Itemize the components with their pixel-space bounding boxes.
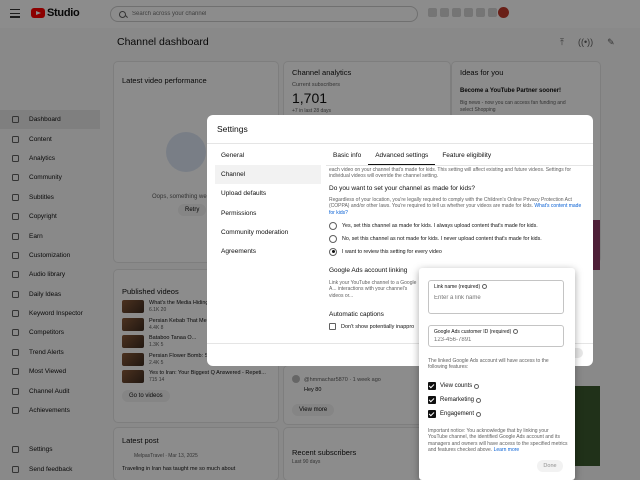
radio-button[interactable] <box>329 221 337 230</box>
customer-id-field[interactable]: Google Ads customer ID (required) <box>428 325 564 347</box>
made-for-kids-options: Yes, set this channel as made for kids. … <box>329 219 587 258</box>
settings-nav-item[interactable]: Channel <box>215 165 321 185</box>
help-icon[interactable] <box>482 284 488 290</box>
important-notice: Important notice: You acknowledge that b… <box>428 428 568 454</box>
made-for-kids-option[interactable]: No, set this channel as not made for kid… <box>329 232 587 245</box>
feature-label: Remarketing <box>440 397 475 403</box>
made-for-kids-intro: each video on your channel that's made f… <box>329 167 572 180</box>
help-icon[interactable] <box>476 411 482 417</box>
dialog-title: Settings <box>217 124 248 134</box>
feature-label: Engagement <box>440 411 475 417</box>
help-icon[interactable] <box>476 397 482 403</box>
done-button[interactable]: Done <box>537 460 563 472</box>
feature-option[interactable]: View counts <box>428 382 480 390</box>
settings-nav-item[interactable]: Upload defaults <box>215 184 321 203</box>
ads-link-popover: Link name (required) Google Ads customer… <box>419 268 575 480</box>
settings-nav-item[interactable]: Permissions <box>215 204 321 223</box>
made-for-kids-option[interactable]: I want to review this setting for every … <box>329 245 587 258</box>
access-text: The linked Google Ads account will have … <box>428 358 549 371</box>
option-label: Yes, set this channel as made for kids. … <box>342 222 538 229</box>
option-label: I want to review this setting for every … <box>342 248 442 255</box>
settings-tab[interactable]: Advanced settings <box>368 149 436 165</box>
help-icon[interactable] <box>474 383 480 389</box>
feature-option[interactable]: Remarketing <box>428 396 482 404</box>
settings-tabs: Basic info Advanced settings Feature eligi… <box>326 149 498 165</box>
settings-tab[interactable]: Basic info <box>326 149 368 165</box>
settings-nav-item[interactable]: General <box>215 146 321 165</box>
settings-nav-item[interactable]: Community moderation <box>215 223 321 242</box>
coppa-text: Regardless of your location, you're lega… <box>329 197 583 216</box>
ads-linking-desc: Link your YouTube channel to a Google A.… <box>329 280 417 299</box>
option-label: No, set this channel as not made for kid… <box>342 235 542 242</box>
link-name-input[interactable] <box>434 295 554 301</box>
customer-id-label: Google Ads customer ID (required) <box>434 329 519 335</box>
made-for-kids-question: Do you want to set your channel as made … <box>329 184 475 192</box>
checked-checkbox[interactable] <box>428 410 436 418</box>
settings-tab[interactable]: Feature eligibility <box>435 149 498 165</box>
divider <box>207 143 593 144</box>
settings-nav: General Channel Upload defaults Permissions… <box>215 146 321 261</box>
captions-checkbox-label: Don't show potentially inappro <box>341 323 415 330</box>
captions-checkbox[interactable] <box>329 323 336 331</box>
link-name-label: Link name (required) <box>434 284 488 290</box>
link-name-field[interactable]: Link name (required) <box>428 280 564 314</box>
feature-label: View counts <box>440 383 473 389</box>
checked-checkbox[interactable] <box>428 382 436 390</box>
checked-checkbox[interactable] <box>428 396 436 404</box>
divider <box>326 165 593 166</box>
customer-id-input[interactable] <box>434 337 554 343</box>
feature-option[interactable]: Engagement <box>428 410 482 418</box>
radio-button[interactable] <box>329 247 337 256</box>
help-icon[interactable] <box>513 329 519 335</box>
radio-button[interactable] <box>329 234 337 243</box>
made-for-kids-option[interactable]: Yes, set this channel as made for kids. … <box>329 219 587 232</box>
settings-nav-item[interactable]: Agreements <box>215 242 321 261</box>
learn-more-link[interactable]: Learn more <box>494 447 520 453</box>
